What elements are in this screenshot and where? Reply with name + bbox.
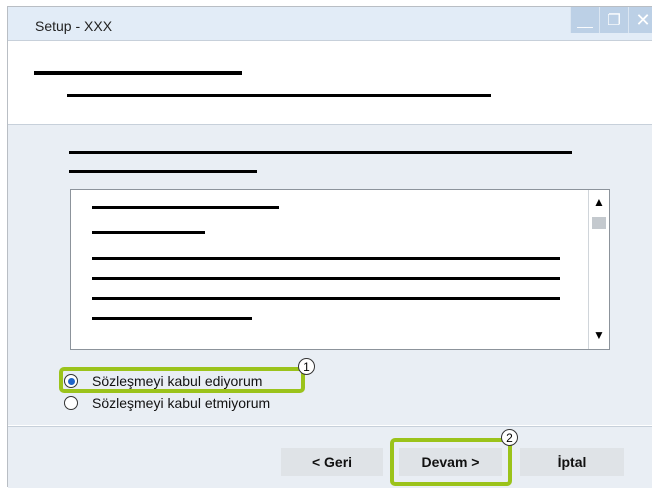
callout-badge-1: 1 xyxy=(298,358,315,375)
scroll-up-icon[interactable]: ▲ xyxy=(589,195,609,209)
accept-label: Sözleşmeyi kabul ediyorum xyxy=(92,373,263,389)
radio-unselected-icon[interactable] xyxy=(64,396,78,410)
decline-label: Sözleşmeyi kabul etmiyorum xyxy=(92,395,271,411)
cancel-button[interactable]: İptal xyxy=(520,448,624,476)
window-title: Setup - XXX xyxy=(35,18,113,34)
license-text-line xyxy=(92,257,560,260)
setup-window: Setup - XXX __ ❐ ✕ ▲ ▼ 1 Sözleşmeyi kabu… xyxy=(7,6,652,488)
license-text-line xyxy=(92,317,252,320)
decline-license-radio[interactable]: Sözleşmeyi kabul etmiyorum xyxy=(64,395,270,411)
close-icon[interactable]: ✕ xyxy=(628,7,652,33)
license-text-line xyxy=(92,277,560,280)
window-controls: __ ❐ ✕ xyxy=(570,7,652,33)
callout-badge-2: 2 xyxy=(501,429,518,446)
content-panel: ▲ ▼ 1 Sözleşmeyi kabul ediyorum Sözleşme… xyxy=(8,125,652,425)
scroll-thumb[interactable] xyxy=(592,217,606,229)
next-button[interactable]: Devam > xyxy=(399,448,502,476)
license-text-line xyxy=(92,297,560,300)
instruction-line-2 xyxy=(69,170,257,173)
license-textbox[interactable]: ▲ ▼ xyxy=(70,189,610,350)
accept-license-radio[interactable]: Sözleşmeyi kabul ediyorum xyxy=(64,373,262,389)
page-title-placeholder xyxy=(34,71,242,75)
back-button[interactable]: < Geri xyxy=(281,448,383,476)
license-text-line xyxy=(92,206,279,209)
page-subtitle-placeholder xyxy=(67,94,491,97)
restore-icon[interactable]: ❐ xyxy=(599,7,628,33)
radio-selected-icon[interactable] xyxy=(64,374,78,388)
license-text-line xyxy=(92,231,205,234)
title-bar: Setup - XXX __ ❐ ✕ xyxy=(8,7,652,41)
minimize-icon[interactable]: __ xyxy=(570,7,599,33)
scroll-down-icon[interactable]: ▼ xyxy=(589,328,609,342)
footer-panel: < Geri 2 Devam > İptal xyxy=(8,426,652,488)
header-panel xyxy=(8,41,652,125)
instruction-line-1 xyxy=(69,151,572,154)
vertical-scrollbar[interactable]: ▲ ▼ xyxy=(588,190,609,349)
